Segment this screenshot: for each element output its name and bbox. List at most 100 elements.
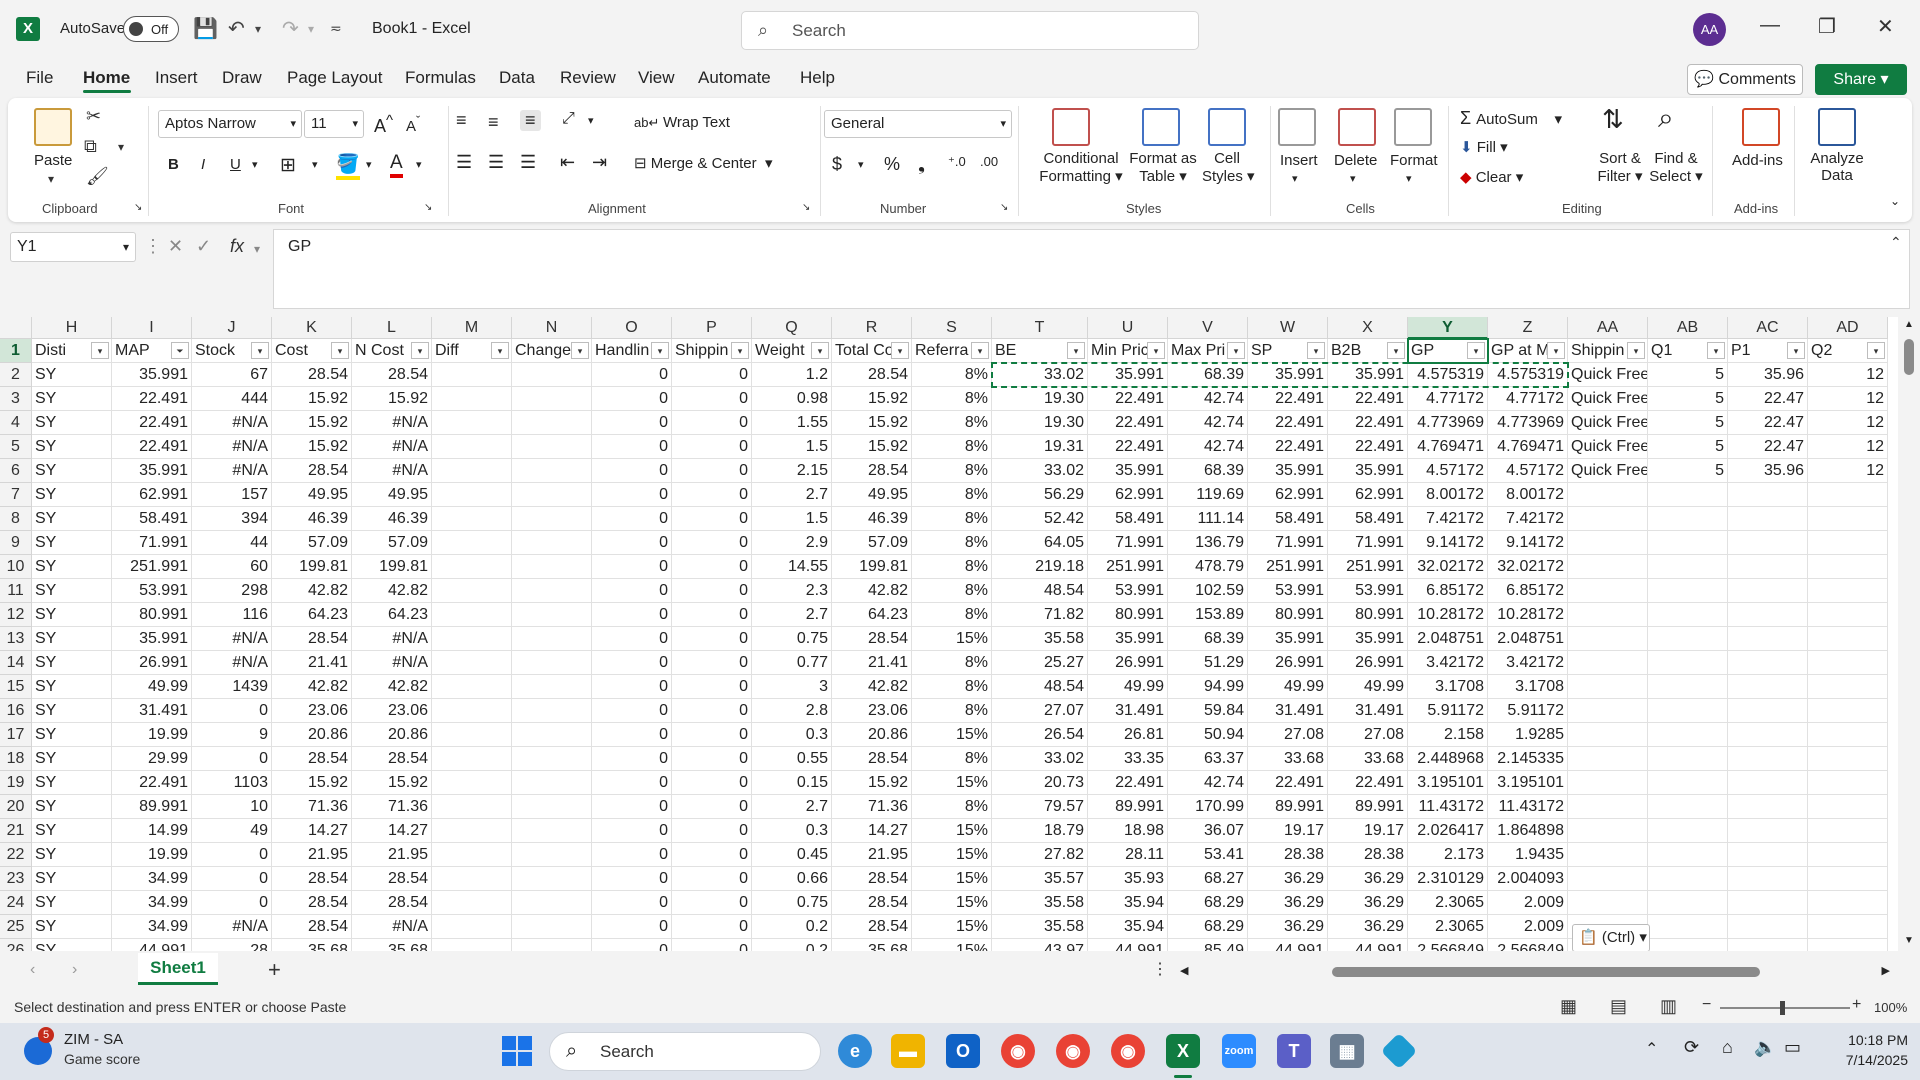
table-header-cell[interactable]: B2B ▾ — [1328, 339, 1408, 363]
table-cell[interactable]: 0 — [592, 555, 672, 579]
filter-dropdown-icon[interactable]: ▾ — [251, 342, 269, 359]
table-cell[interactable]: 12 — [1808, 459, 1888, 483]
table-cell[interactable]: 8% — [912, 363, 992, 387]
table-cell[interactable] — [512, 531, 592, 555]
table-cell[interactable] — [1648, 939, 1728, 951]
table-cell[interactable]: 0 — [672, 915, 752, 939]
filter-dropdown-icon[interactable]: ▾ — [91, 342, 109, 359]
table-cell[interactable]: 71.36 — [272, 795, 352, 819]
row-header-16[interactable]: 16 — [0, 699, 32, 723]
table-cell[interactable]: 0 — [592, 771, 672, 795]
column-header-x[interactable]: X — [1328, 317, 1408, 339]
table-cell[interactable]: 89.991 — [1248, 795, 1328, 819]
column-header-r[interactable]: R — [832, 317, 912, 339]
calculator-icon[interactable]: ▦ — [1330, 1034, 1364, 1068]
table-cell[interactable]: 15% — [912, 843, 992, 867]
select-all-corner[interactable] — [0, 317, 32, 339]
spreadsheet-grid[interactable]: H I J K L M N O P Q R S T U V W X Y Z AA AB AC AD 1 Disti ▾ MAP ⏷ St… — [0, 317, 1920, 951]
table-header-cell[interactable]: Q1 ▾ — [1648, 339, 1728, 363]
row-header-1[interactable]: 1 — [0, 339, 32, 363]
filter-dropdown-icon[interactable]: ▾ — [891, 342, 909, 359]
font-color-dropdown-icon[interactable]: ▾ — [416, 158, 422, 171]
table-cell[interactable]: 0 — [672, 939, 752, 951]
table-cell[interactable] — [1728, 915, 1808, 939]
table-cell[interactable]: 0 — [592, 531, 672, 555]
table-cell[interactable]: 2.048751 — [1408, 627, 1488, 651]
table-cell[interactable] — [1648, 603, 1728, 627]
news-title[interactable]: ZIM - SA — [64, 1031, 123, 1048]
table-cell[interactable]: 49.95 — [352, 483, 432, 507]
percent-icon[interactable]: % — [884, 154, 900, 175]
table-cell[interactable]: 31.491 — [1088, 699, 1168, 723]
table-cell[interactable] — [1568, 675, 1648, 699]
table-cell[interactable]: 22.491 — [112, 387, 192, 411]
table-cell[interactable]: 20.86 — [272, 723, 352, 747]
table-cell[interactable]: 35.57 — [992, 867, 1088, 891]
table-cell[interactable]: 35.94 — [1088, 891, 1168, 915]
table-cell[interactable]: 28.54 — [272, 627, 352, 651]
table-cell[interactable]: 0 — [192, 867, 272, 891]
table-cell[interactable]: 2.158 — [1408, 723, 1488, 747]
table-cell[interactable]: 0 — [672, 867, 752, 891]
table-cell[interactable]: 2.566849 — [1488, 939, 1568, 951]
table-cell[interactable]: 157 — [192, 483, 272, 507]
column-header-ab[interactable]: AB — [1648, 317, 1728, 339]
table-cell[interactable]: 1103 — [192, 771, 272, 795]
table-cell[interactable]: 8% — [912, 747, 992, 771]
table-cell[interactable] — [1808, 675, 1888, 699]
table-cell[interactable]: 15% — [912, 891, 992, 915]
table-cell[interactable]: 29.99 — [112, 747, 192, 771]
table-cell[interactable]: 0 — [592, 627, 672, 651]
table-cell[interactable]: SY — [32, 507, 112, 531]
table-cell[interactable]: 28.54 — [352, 363, 432, 387]
table-cell[interactable]: 9 — [192, 723, 272, 747]
table-cell[interactable] — [1728, 891, 1808, 915]
table-header-cell[interactable]: Cost ▾ — [272, 339, 352, 363]
zoom-slider[interactable] — [1720, 1007, 1850, 1009]
share-button[interactable]: Share ▾ — [1815, 64, 1907, 95]
table-cell[interactable]: 27.82 — [992, 843, 1088, 867]
paste-options-button[interactable]: 📋 (Ctrl) ▾ — [1572, 924, 1650, 952]
table-cell[interactable]: SY — [32, 723, 112, 747]
page-break-view-icon[interactable]: ▥ — [1660, 996, 1677, 1017]
column-header-ac[interactable]: AC — [1728, 317, 1808, 339]
table-cell[interactable]: 68.39 — [1168, 459, 1248, 483]
table-cell[interactable]: 2.048751 — [1488, 627, 1568, 651]
currency-dropdown-icon[interactable]: ▾ — [858, 158, 864, 171]
table-cell[interactable]: 26.991 — [1248, 651, 1328, 675]
table-cell[interactable]: 1.5 — [752, 435, 832, 459]
table-cell[interactable] — [512, 387, 592, 411]
table-cell[interactable]: 49.99 — [1248, 675, 1328, 699]
table-cell[interactable]: 0 — [592, 483, 672, 507]
table-cell[interactable] — [512, 891, 592, 915]
table-cell[interactable]: 62.991 — [1088, 483, 1168, 507]
table-cell[interactable]: Quick Free — [1568, 459, 1648, 483]
table-cell[interactable]: 7.42172 — [1408, 507, 1488, 531]
table-cell[interactable] — [1728, 819, 1808, 843]
table-header-cell[interactable]: GP at M ▾ — [1488, 339, 1568, 363]
table-cell[interactable]: 23.06 — [272, 699, 352, 723]
table-cell[interactable]: 22.491 — [1088, 771, 1168, 795]
table-cell[interactable]: 28.54 — [352, 867, 432, 891]
table-cell[interactable] — [1808, 483, 1888, 507]
table-cell[interactable]: 49.95 — [832, 483, 912, 507]
table-cell[interactable]: 2.566849 — [1408, 939, 1488, 951]
align-top-icon[interactable]: ≡ — [456, 110, 467, 131]
table-cell[interactable]: 34.99 — [112, 891, 192, 915]
table-cell[interactable]: 5.91172 — [1488, 699, 1568, 723]
table-cell[interactable]: 0 — [592, 699, 672, 723]
zoom-slider-thumb[interactable] — [1780, 1001, 1785, 1015]
column-header-w[interactable]: W — [1248, 317, 1328, 339]
table-cell[interactable]: 199.81 — [352, 555, 432, 579]
undo-icon[interactable]: ↶ — [228, 16, 245, 41]
table-cell[interactable]: 4.57172 — [1408, 459, 1488, 483]
column-header-k[interactable]: K — [272, 317, 352, 339]
table-cell[interactable]: 44.991 — [1328, 939, 1408, 951]
table-cell[interactable]: 0 — [672, 363, 752, 387]
table-cell[interactable]: 28.38 — [1248, 843, 1328, 867]
table-cell[interactable]: 22.491 — [112, 411, 192, 435]
table-cell[interactable] — [432, 387, 512, 411]
table-cell[interactable] — [1808, 507, 1888, 531]
table-cell[interactable]: 0 — [592, 723, 672, 747]
row-header-24[interactable]: 24 — [0, 891, 32, 915]
